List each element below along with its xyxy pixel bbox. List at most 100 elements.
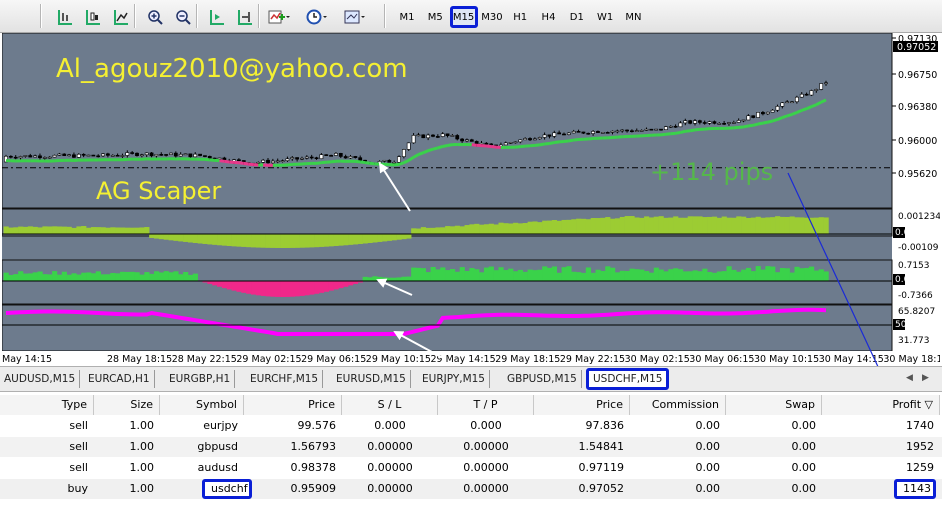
candle-body	[503, 142, 508, 146]
zoom-out-icon	[175, 9, 191, 25]
timeframe-mn-button[interactable]: MN	[620, 6, 646, 28]
chart-tab-eurjpy-m15[interactable]: EURJPY,M15	[418, 370, 490, 388]
tab-scroll-right-icon[interactable]: ▶	[922, 373, 929, 383]
column-header[interactable]: Symbol	[160, 395, 244, 415]
bar-chart-button[interactable]	[54, 6, 76, 28]
histogram-bar	[386, 234, 393, 241]
candle-body	[411, 135, 416, 144]
histogram-bar	[663, 217, 669, 234]
histogram-bar	[163, 234, 169, 240]
periods-clock-button[interactable]	[306, 6, 328, 28]
column-header[interactable]: Size	[94, 395, 160, 415]
autoscroll-button[interactable]	[234, 6, 256, 28]
histogram-bar	[702, 268, 708, 281]
column-header[interactable]: Swap	[726, 395, 822, 415]
candle-body	[751, 115, 756, 118]
histogram-bar	[22, 226, 29, 234]
candle-body	[338, 153, 343, 157]
chart-tab-eurgbp-h1[interactable]: EURGBP,H1	[165, 370, 236, 388]
histogram-bar	[639, 217, 645, 234]
table-row[interactable]: sell 1.00 eurjpy 99.576 0.000 0.000 97.836 0.00…	[0, 416, 942, 436]
indicator-level-label: -0.7366	[898, 291, 933, 301]
candle-body	[484, 142, 489, 145]
chart-tab-usdchf-m15[interactable]: USDCHF,M15	[586, 368, 670, 390]
cell-type: sell	[69, 419, 88, 432]
cell-swap: 0.00	[791, 482, 817, 495]
timeframe-m5-button[interactable]: M5	[422, 6, 448, 28]
histogram-bar	[32, 226, 38, 234]
column-header[interactable]: Price	[534, 395, 630, 415]
column-header[interactable]: Price	[244, 395, 342, 415]
moving-average-segment	[471, 143, 477, 147]
chart-canvas[interactable]: 0.971300.967500.963800.960000.956200.970…	[1, 32, 942, 484]
histogram-bar	[406, 234, 412, 239]
timeframe-m15-button[interactable]: M15	[449, 6, 478, 28]
histogram-bar	[328, 281, 334, 291]
column-header[interactable]: T / P	[438, 395, 534, 415]
column-header[interactable]: Profit ▽	[822, 395, 940, 415]
histogram-bar	[76, 226, 82, 234]
price-chart[interactable]: 0.97130 0.96750 0.96380 0.96000 0.95620 0.970…	[1, 32, 942, 484]
histogram-bar	[27, 273, 33, 281]
zoom-in-button[interactable]	[144, 6, 166, 28]
timeframe-h4-button[interactable]: H4	[536, 6, 562, 28]
chart-tab-eurchf-m15[interactable]: EURCHF,M15	[246, 370, 324, 388]
time-label: 28 May 18:15	[107, 354, 172, 365]
histogram-bar	[251, 234, 257, 248]
histogram-bar	[71, 273, 77, 281]
timeframe-d1-button[interactable]: D1	[564, 6, 590, 28]
candle-body	[13, 156, 18, 159]
candle-body	[8, 155, 13, 158]
timeframe-m1-button[interactable]: M1	[394, 6, 420, 28]
column-header[interactable]: S / L	[342, 395, 438, 415]
histogram-bar	[255, 281, 262, 296]
templates-button[interactable]	[344, 6, 366, 28]
candlestick-button[interactable]	[82, 6, 104, 28]
chart-tab-eurusd-m15[interactable]: EURUSD,M15	[332, 370, 411, 388]
chart-tab-eurcad-h1[interactable]: EURCAD,H1	[84, 370, 155, 388]
candle-body	[761, 112, 765, 115]
moving-average-segment	[563, 139, 570, 143]
histogram-bar	[658, 216, 664, 234]
histogram-bar	[794, 266, 800, 281]
histogram-bar	[527, 221, 533, 234]
tab-scroll-left-icon[interactable]: ◀	[906, 373, 913, 383]
moving-average-segment	[417, 151, 424, 156]
zoom-out-button[interactable]	[172, 6, 194, 28]
histogram-bar	[474, 269, 480, 281]
timeframe-w1-button[interactable]: W1	[592, 6, 618, 28]
table-row[interactable]: sell 1.00 audusd 0.98378 0.00000 0.00000 0.971…	[0, 458, 942, 478]
candle-body	[169, 152, 173, 155]
chart-tab-audusd-m15[interactable]: AUDUSD,M15	[0, 370, 81, 388]
column-header[interactable]: Commission	[630, 395, 726, 415]
chart-tab-gbpusd-m15[interactable]: GBPUSD,M15	[503, 370, 582, 388]
histogram-bar	[454, 225, 460, 234]
moving-average-segment	[238, 161, 244, 165]
histogram-bar	[81, 226, 87, 234]
candle-body	[673, 125, 678, 128]
histogram-bar	[600, 270, 606, 281]
candle-body	[353, 156, 358, 158]
histogram-bar	[284, 234, 291, 248]
histogram-bar	[304, 234, 310, 248]
histogram-bar	[265, 281, 271, 297]
candle-body	[455, 135, 460, 140]
histogram-bar	[333, 234, 339, 247]
histogram-bar	[580, 218, 587, 234]
moving-average-segment	[748, 123, 754, 128]
toolbar: M1 M5 M15 M30 H1 H4 D1 W1 MN	[0, 0, 942, 33]
column-header[interactable]: Type	[0, 395, 94, 415]
histogram-bar	[673, 216, 679, 234]
table-row[interactable]: sell 1.00 gbpusd 1.56793 0.00000 0.00000 1.548…	[0, 437, 942, 457]
line-chart-button[interactable]	[110, 6, 132, 28]
histogram-bar	[556, 220, 562, 234]
table-row[interactable]: buy 1.00 usdchf 0.95909 0.00000 0.00000 0.9705…	[0, 479, 942, 499]
indicators-button[interactable]	[268, 6, 290, 28]
timeframe-m30-button[interactable]: M30	[479, 6, 505, 28]
chart-shift-button[interactable]	[206, 6, 228, 28]
candle-body	[120, 155, 125, 157]
timeframe-h1-button[interactable]: H1	[507, 6, 533, 28]
candle-body	[130, 152, 135, 154]
histogram-bar	[784, 268, 790, 281]
histogram-bar	[741, 216, 747, 234]
